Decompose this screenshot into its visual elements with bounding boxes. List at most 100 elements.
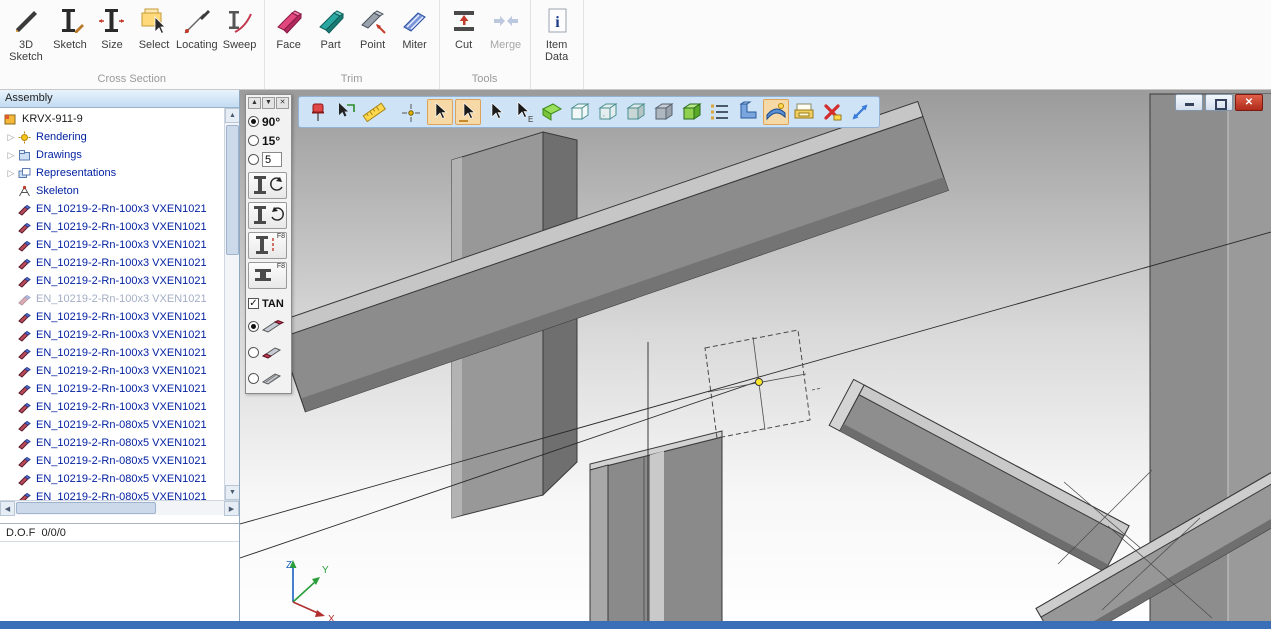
tree-item-part[interactable]: EN_10219-2-Rn-100x3 VXEN1021 [0,236,224,254]
select-vertex-icon[interactable] [427,99,453,125]
tree-item-part[interactable]: EN_10219-2-Rn-100x3 VXEN1021 [0,218,224,236]
expand-arrow-icon[interactable]: ▷ [4,168,18,179]
beam-bottom-channel[interactable] [590,431,722,629]
angle-90-option[interactable]: 90° [248,112,289,131]
tree-item-part[interactable]: EN_10219-2-Rn-100x3 VXEN1021 [0,326,224,344]
tree-item-part[interactable]: EN_10219-2-Rn-100x3 VXEN1021 [0,362,224,380]
tree-item-part[interactable]: EN_10219-2-Rn-100x3 VXEN1021 [0,254,224,272]
flip-section-button[interactable]: F8 [248,232,287,259]
snap-point-marker[interactable] [756,379,763,386]
tree-item-representations[interactable]: ▷ Representations [0,164,224,182]
tan-checkbox[interactable]: ✓ [248,298,259,309]
scroll-down-button[interactable]: ▼ [225,485,239,500]
tree-item-part[interactable]: EN_10219-2-Rn-100x3 VXEN1021 [0,398,224,416]
angle-custom-input[interactable] [262,152,282,167]
scroll-up-button[interactable]: ▲ [225,108,239,123]
tree-item-part[interactable]: EN_10219-2-Rn-100x3 VXEN1021 [0,344,224,362]
radio-button[interactable] [248,154,259,165]
maximize-button[interactable] [1205,94,1233,111]
tree-item-skeleton[interactable]: Skeleton [0,182,224,200]
cope-option-1[interactable] [248,313,289,339]
select-button[interactable]: Select [133,0,175,51]
rendered-box-icon[interactable] [679,99,705,125]
tree-item-root[interactable]: KRVX-911-9 [0,110,224,128]
3d-viewport-scene[interactable]: Z Y X [240,90,1271,629]
pin-icon[interactable] [305,99,331,125]
tree-item-part[interactable]: EN_10219-2-Rn-100x3 VXEN1021 [0,272,224,290]
tan-label: TAN [262,298,284,310]
delete-icon[interactable] [819,99,845,125]
select-green-face-icon[interactable] [539,99,565,125]
item-data-button[interactable]: i Item Data [534,0,580,63]
merge-button[interactable]: Merge [485,0,527,51]
tree-item-part[interactable]: EN_10219-2-Rn-080x5 VXEN1021 [0,488,224,500]
hidden-line-box-icon[interactable] [595,99,621,125]
expand-arrow-icon[interactable]: ▷ [4,132,18,143]
shaded-box-icon[interactable] [651,99,677,125]
angle-custom-option[interactable] [248,150,289,169]
trim-face-button[interactable]: Face [268,0,310,51]
select-edge-icon[interactable] [455,99,481,125]
panel-down-button[interactable]: ▼ [262,97,275,109]
profile-icon[interactable] [735,99,761,125]
tree-item-part[interactable]: EN_10219-2-Rn-080x5 VXEN1021 [0,434,224,452]
3d-viewport[interactable]: Z Y X [240,90,1271,629]
rotate-section-cw-button[interactable] [248,202,287,229]
snap-point-icon[interactable] [399,99,425,125]
part-icon [18,491,33,501]
transfer-arrows-icon[interactable] [847,99,873,125]
part-icon [18,455,33,468]
mirror-section-button[interactable]: F8 [248,262,287,289]
expand-arrow-icon[interactable]: ▷ [4,150,18,161]
tree-horizontal-scrollbar[interactable]: ◀ ▶ [0,500,239,515]
tree-item-label: Representations [33,167,116,179]
scroll-left-button[interactable]: ◀ [0,501,15,516]
tree-item-part[interactable]: EN_10219-2-Rn-100x3 VXEN1021 [0,290,224,308]
trim-part-button[interactable]: Part [310,0,352,51]
tree-item-part[interactable]: EN_10219-2-Rn-080x5 VXEN1021 [0,416,224,434]
wireframe-box-icon[interactable] [567,99,593,125]
radio-button[interactable] [248,135,259,146]
angle-15-option[interactable]: 15° [248,131,289,150]
panel-up-button[interactable]: ▲ [248,97,261,109]
radio-button[interactable] [248,321,259,332]
tree-vertical-scrollbar[interactable]: ▲ ▼ [224,108,239,500]
radio-button[interactable] [248,116,259,127]
tree-item-rendering[interactable]: ▷ Rendering [0,128,224,146]
measure-icon[interactable] [361,99,387,125]
model-tree-icon[interactable] [707,99,733,125]
select-element-icon[interactable]: E [511,99,537,125]
tree-item-drawings[interactable]: ▷ Drawings [0,146,224,164]
tree-item-part[interactable]: EN_10219-2-Rn-100x3 VXEN1021 [0,308,224,326]
3d-sketch-button[interactable]: 3D Sketch [3,0,49,63]
select-face-icon[interactable] [483,99,509,125]
size-button[interactable]: Size [91,0,133,51]
panel-close-icon[interactable]: ✕ [276,97,289,109]
tree-item-part[interactable]: EN_10219-2-Rn-080x5 VXEN1021 [0,470,224,488]
part-icon [18,275,33,288]
horizontal-scroll-thumb[interactable] [16,502,156,514]
close-button[interactable] [1235,94,1263,111]
rotate-section-ccw-button[interactable] [248,172,287,199]
surface-icon[interactable] [763,99,789,125]
sketch-button[interactable]: Sketch [49,0,91,51]
cope-option-2[interactable] [248,339,289,365]
minimize-button[interactable] [1175,94,1203,111]
tangent-option[interactable]: ✓ TAN [248,294,289,313]
cut-button[interactable]: Cut [443,0,485,51]
tree-item-part[interactable]: EN_10219-2-Rn-100x3 VXEN1021 [0,380,224,398]
vertical-scroll-thumb[interactable] [226,125,239,255]
cope-option-3[interactable] [248,365,289,391]
radio-button[interactable] [248,373,259,384]
shaded-wire-box-icon[interactable] [623,99,649,125]
tree-item-part[interactable]: EN_10219-2-Rn-100x3 VXEN1021 [0,200,224,218]
trim-point-button[interactable]: Point [352,0,394,51]
locating-button[interactable]: Locating [175,0,219,51]
scroll-right-button[interactable]: ▶ [224,501,239,516]
radio-button[interactable] [248,347,259,358]
attach-icon[interactable] [333,99,359,125]
miter-button[interactable]: Miter [394,0,436,51]
sweep-button[interactable]: Sweep [219,0,261,51]
drawing-sheet-icon[interactable] [791,99,817,125]
tree-item-part[interactable]: EN_10219-2-Rn-080x5 VXEN1021 [0,452,224,470]
